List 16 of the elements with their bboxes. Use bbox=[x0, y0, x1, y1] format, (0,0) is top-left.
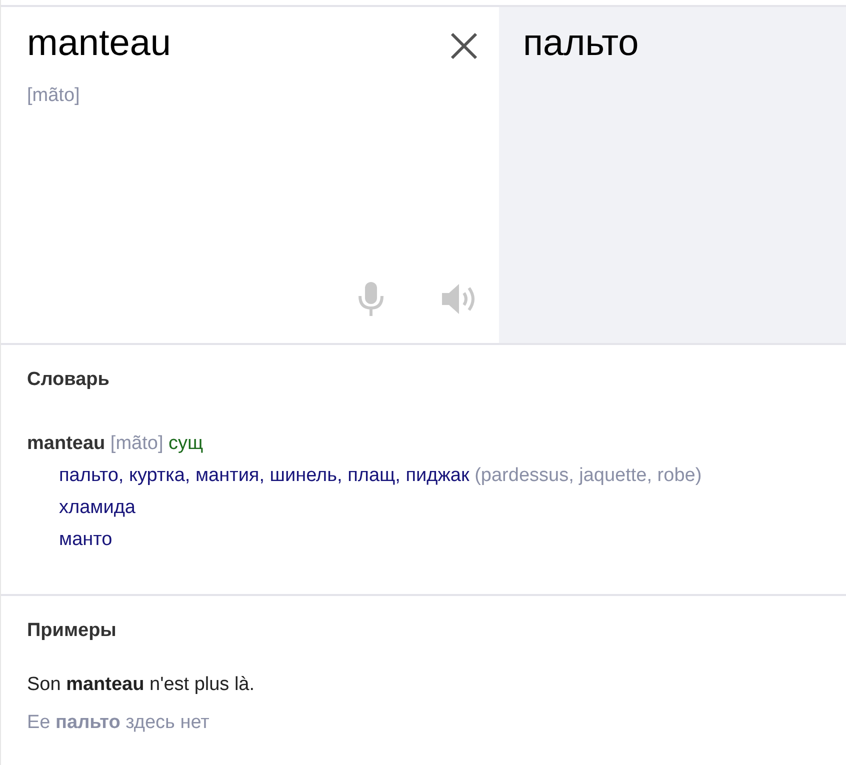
headword: manteau bbox=[27, 433, 106, 454]
example-sentence: Son manteau n'est plus là. bbox=[27, 673, 256, 697]
microphone-icon[interactable] bbox=[357, 281, 385, 317]
transcription: [mãto] bbox=[27, 85, 81, 107]
translation-text: пальто bbox=[523, 21, 640, 65]
source-text[interactable]: manteau bbox=[27, 21, 171, 65]
section-heading: Словарь bbox=[27, 369, 110, 391]
translation-list: манто bbox=[59, 529, 112, 550]
section-heading: Примеры bbox=[27, 620, 118, 642]
part-of-speech: сущ bbox=[168, 433, 204, 454]
synonym-list: (pardessus, jaquette, robe) bbox=[474, 465, 702, 486]
example-translation: Ее пальто здесь нет bbox=[27, 711, 210, 735]
close-icon[interactable] bbox=[449, 31, 479, 61]
translation-list: хламида bbox=[59, 497, 136, 518]
transcription: [mãto] bbox=[110, 433, 164, 454]
translation-list: пальто, куртка, мантия, шинель, плащ, пиджак bbox=[59, 465, 470, 486]
